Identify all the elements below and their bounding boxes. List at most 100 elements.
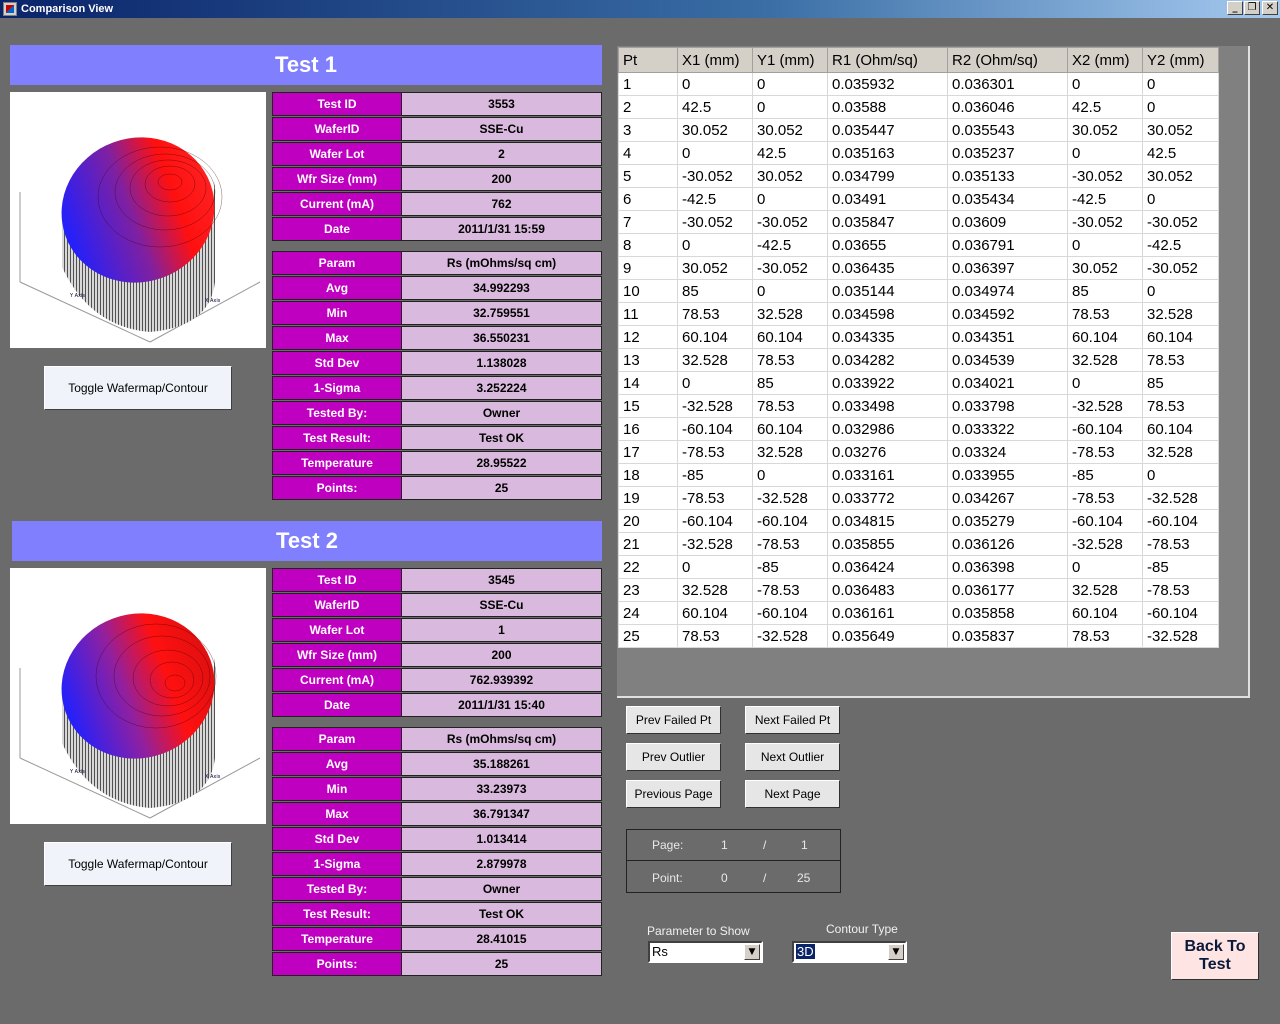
- table-cell[interactable]: 60.104: [752, 417, 828, 441]
- table-cell[interactable]: 0: [677, 555, 753, 579]
- table-cell[interactable]: -60.104: [677, 509, 753, 533]
- table-cell[interactable]: -78.53: [1142, 532, 1219, 556]
- table-cell[interactable]: 32.528: [1067, 578, 1143, 602]
- table-cell[interactable]: -32.528: [1142, 624, 1219, 648]
- table-cell[interactable]: 0.036791: [947, 233, 1068, 257]
- table-cell[interactable]: 32.528: [677, 348, 753, 372]
- table-cell[interactable]: 23: [618, 578, 678, 602]
- table-cell[interactable]: 24: [618, 601, 678, 625]
- table-cell[interactable]: 42.5: [752, 141, 828, 165]
- table-cell[interactable]: 0.035649: [827, 624, 948, 648]
- table-cell[interactable]: 12: [618, 325, 678, 349]
- table-row[interactable]: 19 -78.53 -32.528 0.033772 0.034267 -78.53 -32…: [618, 486, 1219, 510]
- table-cell[interactable]: -30.052: [752, 210, 828, 234]
- table-cell[interactable]: 4: [618, 141, 678, 165]
- table-cell[interactable]: -42.5: [677, 187, 753, 211]
- table-cell[interactable]: 0.035237: [947, 141, 1068, 165]
- table-cell[interactable]: 30.052: [1067, 118, 1143, 142]
- table-cell[interactable]: 32.528: [1142, 440, 1219, 464]
- prev-failed-pt-button[interactable]: Prev Failed Pt: [626, 706, 721, 734]
- table-cell[interactable]: 0.033772: [827, 486, 948, 510]
- table-cell[interactable]: 11: [618, 302, 678, 326]
- table-row[interactable]: 12 60.104 60.104 0.034335 0.034351 60.104 60.1…: [618, 325, 1219, 349]
- table-cell[interactable]: 78.53: [1142, 348, 1219, 372]
- table-cell[interactable]: 1: [618, 72, 678, 96]
- table-cell[interactable]: 0.03609: [947, 210, 1068, 234]
- table-cell[interactable]: 42.5: [1067, 95, 1143, 119]
- table-cell[interactable]: 0.033955: [947, 463, 1068, 487]
- table-cell[interactable]: 0.035847: [827, 210, 948, 234]
- table-cell[interactable]: 0.032986: [827, 417, 948, 441]
- table-cell[interactable]: -30.052: [1142, 256, 1219, 280]
- table-cell[interactable]: -85: [677, 463, 753, 487]
- table-cell[interactable]: -42.5: [1142, 233, 1219, 257]
- table-row[interactable]: 5 -30.052 30.052 0.034799 0.035133 -30.052 30.…: [618, 164, 1219, 188]
- table-cell[interactable]: 60.104: [677, 601, 753, 625]
- table-row[interactable]: 16 -60.104 60.104 0.032986 0.033322 -60.104 60…: [618, 417, 1219, 441]
- table-cell[interactable]: 0: [752, 279, 828, 303]
- table-cell[interactable]: 78.53: [752, 348, 828, 372]
- table-cell[interactable]: 10: [618, 279, 678, 303]
- table-cell[interactable]: 0: [1067, 141, 1143, 165]
- table-cell[interactable]: 0.035858: [947, 601, 1068, 625]
- table-cell[interactable]: -30.052: [1142, 210, 1219, 234]
- table-cell[interactable]: 0.035447: [827, 118, 948, 142]
- table-cell[interactable]: -78.53: [752, 578, 828, 602]
- table-row[interactable]: 21 -32.528 -78.53 0.035855 0.036126 -32.528 -7…: [618, 532, 1219, 556]
- table-cell[interactable]: -32.528: [1067, 394, 1143, 418]
- table-cell[interactable]: 0.033922: [827, 371, 948, 395]
- table-cell[interactable]: 0: [1067, 555, 1143, 579]
- table-cell[interactable]: -42.5: [1067, 187, 1143, 211]
- table-row[interactable]: 11 78.53 32.528 0.034598 0.034592 78.53 32.528: [618, 302, 1219, 326]
- table-cell[interactable]: 0.036046: [947, 95, 1068, 119]
- table-cell[interactable]: -32.528: [752, 486, 828, 510]
- table-cell[interactable]: 32.528: [752, 302, 828, 326]
- table-cell[interactable]: 0: [752, 72, 828, 96]
- table-cell[interactable]: -78.53: [1142, 578, 1219, 602]
- next-outlier-button[interactable]: Next Outlier: [745, 743, 840, 771]
- table-cell[interactable]: 0: [1067, 371, 1143, 395]
- table-cell[interactable]: 0: [677, 371, 753, 395]
- table-row[interactable]: 24 60.104 -60.104 0.036161 0.035858 60.104 -60…: [618, 601, 1219, 625]
- table-cell[interactable]: -32.528: [752, 624, 828, 648]
- grid-column-header[interactable]: Y2 (mm): [1142, 47, 1219, 73]
- table-cell[interactable]: 0.034282: [827, 348, 948, 372]
- table-cell[interactable]: 0: [677, 233, 753, 257]
- table-cell[interactable]: 0.035163: [827, 141, 948, 165]
- table-cell[interactable]: 0: [677, 141, 753, 165]
- table-cell[interactable]: 8: [618, 233, 678, 257]
- table-row[interactable]: 10 85 0 0.035144 0.034974 85 0: [618, 279, 1219, 303]
- table-cell[interactable]: -78.53: [677, 440, 753, 464]
- table-cell[interactable]: 0.035279: [947, 509, 1068, 533]
- table-cell[interactable]: 0.035932: [827, 72, 948, 96]
- table-cell[interactable]: 0: [752, 463, 828, 487]
- table-cell[interactable]: 0.033322: [947, 417, 1068, 441]
- table-row[interactable]: 6 -42.5 0 0.03491 0.035434 -42.5 0: [618, 187, 1219, 211]
- table-cell[interactable]: 42.5: [677, 95, 753, 119]
- prev-outlier-button[interactable]: Prev Outlier: [626, 743, 721, 771]
- table-cell[interactable]: 0.035543: [947, 118, 1068, 142]
- chevron-down-icon[interactable]: ▼: [888, 944, 904, 960]
- table-cell[interactable]: 0: [752, 95, 828, 119]
- table-cell[interactable]: 32.528: [1142, 302, 1219, 326]
- table-cell[interactable]: 30.052: [677, 118, 753, 142]
- table-cell[interactable]: 0.036435: [827, 256, 948, 280]
- table-cell[interactable]: 0.034351: [947, 325, 1068, 349]
- table-cell[interactable]: 18: [618, 463, 678, 487]
- table-cell[interactable]: -30.052: [677, 210, 753, 234]
- table-cell[interactable]: 16: [618, 417, 678, 441]
- table-cell[interactable]: 2: [618, 95, 678, 119]
- table-cell[interactable]: 85: [1142, 371, 1219, 395]
- table-row[interactable]: 15 -32.528 78.53 0.033498 0.033798 -32.528 78.…: [618, 394, 1219, 418]
- close-icon[interactable]: ✕: [1262, 1, 1278, 15]
- table-cell[interactable]: 0.034539: [947, 348, 1068, 372]
- table-cell[interactable]: 0: [1142, 187, 1219, 211]
- table-cell[interactable]: -60.104: [1067, 509, 1143, 533]
- table-row[interactable]: 17 -78.53 32.528 0.03276 0.03324 -78.53 32.528: [618, 440, 1219, 464]
- table-cell[interactable]: 78.53: [752, 394, 828, 418]
- table-cell[interactable]: 0.035133: [947, 164, 1068, 188]
- table-cell[interactable]: -42.5: [752, 233, 828, 257]
- table-cell[interactable]: 0.03324: [947, 440, 1068, 464]
- grid-column-header[interactable]: X2 (mm): [1067, 47, 1143, 73]
- table-cell[interactable]: -60.104: [1142, 601, 1219, 625]
